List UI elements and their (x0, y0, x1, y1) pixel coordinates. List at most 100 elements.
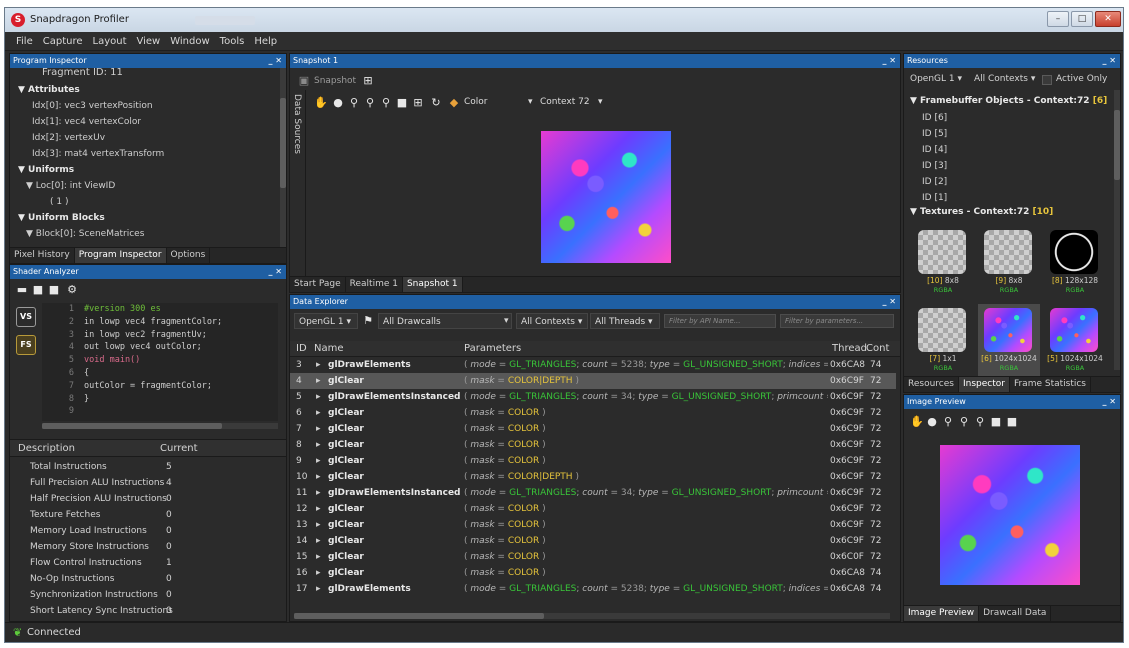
expand-arrow-icon[interactable]: ▸ (316, 421, 321, 437)
tree-item[interactable]: Idx[2]: vertexUv (32, 130, 105, 146)
panel-close-icon[interactable]: _ ✕ (269, 54, 283, 68)
table-row[interactable]: 9 ▸ glClear ( mask = COLOR ) 0x6C9F 72 (290, 453, 896, 469)
tree-item[interactable]: ▼ Block[0]: SceneMatrices (26, 226, 144, 242)
tab-drawcall-data[interactable]: Drawcall Data (979, 606, 1052, 621)
panel-close-icon[interactable]: _ ✕ (269, 265, 283, 279)
add-snapshot-icon[interactable]: ⊞ (362, 75, 374, 87)
menu-view[interactable]: View (132, 32, 166, 51)
expand-arrow-icon[interactable]: ▸ (316, 405, 321, 421)
cont-column-header[interactable]: Cont (866, 341, 889, 357)
tab-frame-statistics[interactable]: Frame Statistics (1010, 377, 1091, 392)
framebuffer-item[interactable]: ID [1] (922, 193, 947, 203)
menu-help[interactable]: Help (249, 32, 282, 51)
zoom-out-icon[interactable]: ⚲ (364, 97, 376, 109)
save-icon[interactable]: ■ (32, 284, 44, 296)
fullscreen-icon[interactable]: ■ (990, 416, 1002, 428)
table-row[interactable]: 13 ▸ glClear ( mask = COLOR ) 0x6C9F 72 (290, 517, 896, 533)
filter-icon[interactable]: ⚑ (362, 315, 374, 327)
resources-scrollbar[interactable] (1114, 90, 1120, 370)
grid-icon[interactable]: ⊞ (412, 97, 424, 109)
contexts-dropdown[interactable]: All Contexts ▾ (516, 313, 588, 329)
framebuffer-item[interactable]: ID [6] (922, 113, 947, 123)
thread-column-header[interactable]: Thread (832, 341, 867, 357)
expand-arrow-icon[interactable]: ▸ (316, 453, 321, 469)
parameters-column-header[interactable]: Parameters (464, 341, 521, 357)
table-row[interactable]: 14 ▸ glClear ( mask = COLOR ) 0x6C9F 72 (290, 533, 896, 549)
zoom-fit-icon[interactable]: ⚲ (974, 416, 986, 428)
framebuffer-objects-header[interactable]: ▼ Framebuffer Objects - Context:72 [6] (910, 96, 1107, 106)
color-dropdown[interactable]: Color (464, 97, 488, 107)
fragment-shader-button[interactable]: FS (16, 335, 36, 355)
tree-item[interactable]: ▼ Uniforms (18, 162, 74, 178)
context-chevron-icon[interactable]: ▾ (598, 97, 603, 107)
compile-icon[interactable]: ⚙ (66, 284, 78, 296)
table-row[interactable]: 4 ▸ glClear ( mask = COLOR|DEPTH ) 0x6C9F 72 (290, 373, 896, 389)
table-row[interactable]: 16 ▸ glClear ( mask = COLOR ) 0x6CA8 74 (290, 565, 896, 581)
expand-arrow-icon[interactable]: ▸ (316, 501, 321, 517)
code-hscrollbar[interactable] (42, 423, 278, 429)
zoom-out-icon[interactable]: ⚲ (958, 416, 970, 428)
shader-code-editor[interactable]: 1 #version 300 es 2 in lowp vec4 fragmentCo… (42, 303, 278, 421)
tab-options[interactable]: Options (167, 248, 211, 263)
cursor-icon[interactable]: ✋ (314, 97, 328, 109)
scroll-thumb[interactable] (1114, 110, 1120, 180)
menu-window[interactable]: Window (165, 32, 214, 51)
tab-snapshot[interactable]: Snapshot 1 (402, 277, 463, 292)
fullscreen-icon[interactable]: ■ (396, 97, 408, 109)
tab-program-inspector[interactable]: Program Inspector (74, 248, 167, 263)
table-row[interactable]: 3 ▸ glDrawElements ( mode = GL_TRIANGLES; c… (290, 357, 896, 373)
open-icon[interactable]: ▬ (16, 284, 28, 296)
framebuffer-preview-image[interactable] (541, 131, 671, 263)
expand-arrow-icon[interactable]: ▸ (316, 485, 321, 501)
tree-item[interactable]: Idx[3]: mat4 vertexTransform (32, 146, 164, 162)
expand-arrow-icon[interactable]: ▸ (316, 549, 321, 565)
tree-item[interactable]: ▼ Loc[0]: int ViewID (26, 178, 115, 194)
menu-file[interactable]: File (11, 32, 38, 51)
context-dropdown-chevron-icon[interactable]: ▾ (528, 97, 533, 107)
record-icon[interactable]: ● (926, 416, 938, 428)
menu-capture[interactable]: Capture (38, 32, 88, 51)
texture-thumbnail[interactable]: [7] 1x1 RGBA (912, 304, 974, 378)
table-row[interactable]: 6 ▸ glClear ( mask = COLOR ) 0x6C9F 72 (290, 405, 896, 421)
expand-arrow-icon[interactable]: ▸ (316, 437, 321, 453)
texture-thumbnail[interactable]: [9] 8x8 RGBA (978, 226, 1040, 300)
table-row[interactable]: 8 ▸ glClear ( mask = COLOR ) 0x6C9F 72 (290, 437, 896, 453)
panel-close-icon[interactable]: _ ✕ (883, 295, 897, 309)
data-sources-sidebar[interactable]: Data Sources (290, 90, 306, 276)
scroll-thumb[interactable] (294, 613, 544, 619)
texture-thumbnail[interactable]: [10] 8x8 RGBA (912, 226, 974, 300)
threads-dropdown[interactable]: All Threads ▾ (590, 313, 660, 329)
maximize-button[interactable]: □ (1071, 11, 1093, 27)
expand-arrow-icon[interactable]: ▸ (316, 357, 321, 373)
tab-resources[interactable]: Resources (904, 377, 959, 392)
expand-arrow-icon[interactable]: ▸ (316, 565, 321, 581)
data-explorer-hscrollbar[interactable] (294, 613, 890, 619)
framebuffer-item[interactable]: ID [2] (922, 177, 947, 187)
tab-pixel-history[interactable]: Pixel History (10, 248, 75, 263)
scroll-thumb[interactable] (280, 98, 286, 188)
tree-item[interactable]: Idx[1]: vec4 vertexColor (32, 114, 141, 130)
table-row[interactable]: 17 ▸ glDrawElements ( mode = GL_TRIANGLES; … (290, 581, 896, 597)
texture-thumbnail[interactable]: [8] 128x128 RGBA (1044, 226, 1106, 300)
tab-realtime[interactable]: Realtime 1 (346, 277, 403, 292)
tab-start-page[interactable]: Start Page (290, 277, 346, 292)
tab-inspector[interactable]: Inspector (958, 377, 1010, 392)
table-row[interactable]: 11 ▸ glDrawElementsInstanced( mode = GL_TR… (290, 485, 896, 501)
expand-arrow-icon[interactable]: ▸ (316, 469, 321, 485)
save-as-icon[interactable]: ■ (48, 284, 60, 296)
cursor-icon[interactable]: ✋ (910, 416, 924, 428)
table-row[interactable]: 10 ▸ glClear ( mask = COLOR|DEPTH ) 0x6C9F 72 (290, 469, 896, 485)
zoom-in-icon[interactable]: ⚲ (942, 416, 954, 428)
image-preview-canvas[interactable] (940, 445, 1080, 585)
minimize-button[interactable]: – (1047, 11, 1069, 27)
resources-contexts-dropdown[interactable]: All Contexts ▾ (974, 74, 1035, 84)
framebuffer-item[interactable]: ID [3] (922, 161, 947, 171)
api-dropdown[interactable]: OpenGL 1 ▾ (294, 313, 358, 329)
expand-arrow-icon[interactable]: ▸ (316, 373, 321, 389)
framebuffer-item[interactable]: ID [4] (922, 145, 947, 155)
tree-item[interactable]: ( 1 ) (50, 194, 68, 210)
vertex-shader-button[interactable]: VS (16, 307, 36, 327)
table-row[interactable]: 12 ▸ glClear ( mask = COLOR ) 0x6C9F 72 (290, 501, 896, 517)
resources-api-dropdown[interactable]: OpenGL 1 ▾ (910, 74, 962, 84)
panel-close-icon[interactable]: _ ✕ (1103, 54, 1117, 68)
